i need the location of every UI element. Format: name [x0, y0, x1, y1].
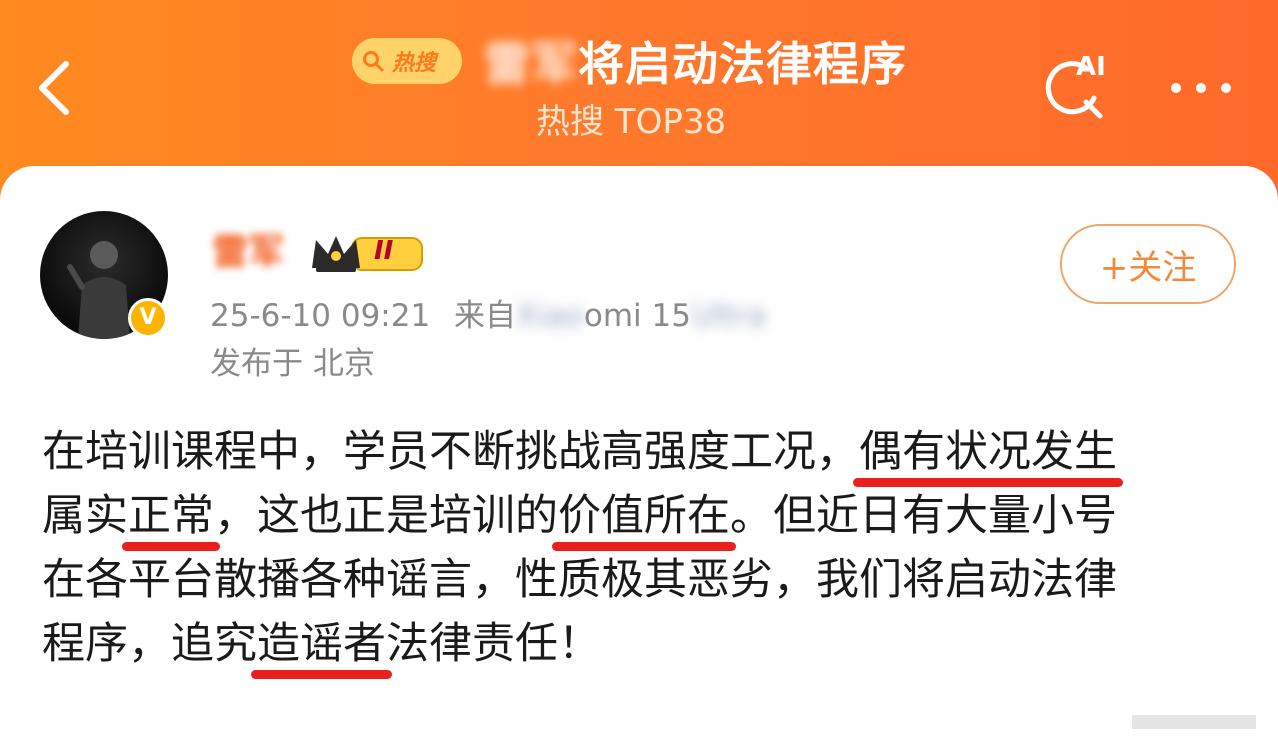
verified-badge: V: [128, 298, 168, 338]
chevron-left-icon: [39, 61, 69, 115]
underlined-phrase: 偶有状况发生: [859, 427, 1117, 477]
source-device-blurred-tail: Ultra: [690, 298, 767, 334]
post-line: 程序，追究造谣者法律责任！: [42, 619, 601, 669]
hot-rank-subtitle: 热搜 TOP38: [536, 102, 727, 142]
back-button[interactable]: [30, 58, 78, 118]
follow-button[interactable]: +关注: [1060, 224, 1236, 304]
post-line: 在培训课程中，学员不断挑战高强度工况，偶有状况发生: [42, 427, 1117, 477]
hot-search-badge: 热搜: [352, 38, 462, 84]
underlined-phrase: 造谣者: [257, 619, 386, 669]
ai-label: AI: [1076, 52, 1106, 82]
more-options-button[interactable]: [1166, 70, 1236, 106]
source-prefix: 来自: [454, 298, 517, 334]
member-level-badge: II: [308, 228, 426, 276]
post-location: 发布于 北京: [210, 346, 375, 382]
watermark: [1132, 714, 1256, 729]
crown-icon: [312, 236, 423, 272]
title-blurred-name: 雷军: [484, 37, 578, 91]
post-line: 在各平台散播各种谣言，性质极其恶劣，我们将启动法律: [42, 555, 1117, 605]
member-level-label: II: [374, 236, 394, 266]
post-time: 25-6-10 09:21: [210, 298, 431, 334]
ai-search-button[interactable]: AI: [1036, 52, 1116, 122]
title-text: 将启动法律程序: [578, 37, 907, 91]
author-name[interactable]: 雷军: [212, 230, 284, 276]
post-meta: 25-6-10 09:21 来自Xiaoomi 15Ultra: [210, 294, 766, 338]
more-dots-icon: [1171, 83, 1231, 93]
source-device-blurred: Xiao: [516, 298, 584, 334]
underlined-phrase: 正常: [128, 491, 214, 541]
hot-badge-label: 热搜: [392, 51, 437, 76]
post-body: 在培训课程中，学员不断挑战高强度工况，偶有状况发生 属实正常，这也正是培训的价值…: [42, 420, 1242, 676]
source-device: omi 15: [583, 298, 691, 334]
underlined-phrase: 价值所在: [558, 491, 730, 541]
search-icon: [362, 50, 384, 72]
post-line: 属实正常，这也正是培训的价值所在。但近日有大量小号: [42, 491, 1117, 541]
page-title: 雷军将启动法律程序: [484, 34, 907, 94]
